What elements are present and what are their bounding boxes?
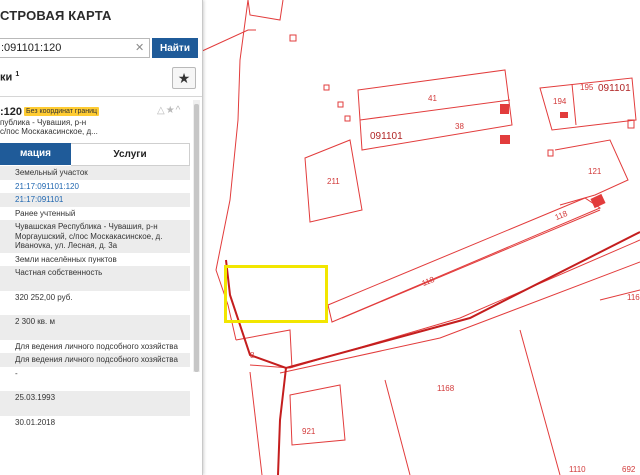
building (323, 84, 330, 91)
app-title: СТРОВАЯ КАРТА (0, 8, 112, 23)
parcel-address-line: публика - Чувашия, р-н (0, 118, 87, 127)
map-label: 1110 (569, 465, 586, 474)
attribute-link[interactable]: 21:17:091101 (15, 195, 63, 204)
parcel-boundary (199, 29, 256, 53)
attribute-value: - (15, 368, 18, 378)
attribute-row (0, 304, 190, 315)
map-label: 211 (327, 177, 340, 186)
map-label: 121 (588, 167, 602, 176)
map-label-quarter: 091101 (598, 83, 631, 94)
section-heading: ки 1 (0, 71, 19, 84)
attribute-row: 30.01.2018 (0, 416, 190, 430)
attribute-list: Земельный участок 21:17:091101:120 21:17:0… (0, 166, 190, 429)
parcel-boundary (341, 209, 601, 319)
attribute-row: - (0, 367, 190, 381)
attribute-value: 2 300 кв. м (15, 317, 55, 326)
attribute-value: Для ведения личного подсобного хозяйства (15, 341, 178, 351)
attribute-value: Для ведения личного подсобного хозяйства (15, 355, 178, 364)
parcel-boundary (359, 99, 511, 121)
building (500, 135, 510, 144)
attribute-row: Земельный участок (0, 166, 190, 180)
parcel-cadastral-id: :120 (0, 106, 23, 118)
search-input[interactable] (0, 38, 150, 58)
card-tools[interactable]: △★^ (157, 105, 181, 116)
attribute-row[interactable]: 21:17:091101:120 (0, 180, 190, 194)
attribute-value: Чувашская Республика - Чувашия, р-н Морг… (15, 222, 163, 250)
map-label: 8 (250, 351, 255, 360)
attribute-value: Частная собственность (15, 268, 103, 277)
parcel-921 (289, 384, 346, 446)
attribute-row (0, 404, 190, 416)
tab-services[interactable]: Услуги (71, 143, 190, 166)
attribute-value: 25.03.1993 (15, 393, 56, 402)
attribute-row (0, 279, 190, 291)
attribute-row (0, 328, 190, 340)
attribute-value: Ранее учтенный (15, 208, 76, 218)
close-icon[interactable]: ✕ (135, 41, 144, 54)
attribute-row: 2 300 кв. м (0, 315, 190, 329)
map-label: 1168 (627, 293, 640, 302)
find-button[interactable]: Найти (152, 38, 198, 58)
attribute-row: Земли населённых пунктов (0, 253, 190, 267)
attribute-row: 320 252,00 руб. (0, 291, 190, 305)
parcel-boundary (247, 0, 284, 21)
section-heading-text: ки (0, 71, 13, 84)
divider (0, 96, 202, 97)
selected-parcel-highlight (224, 265, 328, 323)
status-badge: Без координат границ (24, 107, 100, 116)
parcel-boundary (571, 83, 577, 126)
map-label: 1168 (437, 384, 455, 393)
parcel-boundary (384, 379, 411, 475)
building (500, 104, 509, 114)
attribute-link[interactable]: 21:17:091101:120 (15, 182, 79, 191)
attribute-value: 30.01.2018 (15, 417, 56, 427)
building (547, 149, 554, 157)
attribute-row (0, 380, 190, 391)
attribute-value: Земли населённых пунктов (15, 254, 117, 264)
map-label: 195 (580, 83, 594, 92)
building (289, 34, 297, 42)
parcel-card: :120 Без координат границ △★^ публика - … (0, 100, 190, 475)
info-panel: СТРОВАЯ КАРТА ✕ Найти ки 1 ★ :120 Без ко… (0, 0, 203, 475)
attribute-row: Ранее учтенный (0, 207, 190, 221)
building (337, 101, 344, 108)
building (344, 115, 351, 122)
building (560, 112, 568, 118)
map-label: 38 (455, 122, 464, 131)
search-bar: ✕ Найти (0, 38, 202, 60)
parcel-address-line: с/пос Москакасинское, д... (0, 127, 98, 136)
scrollbar-thumb[interactable] (194, 104, 199, 372)
attribute-row: Частная собственность (0, 266, 190, 280)
road-line (277, 367, 287, 475)
tab-information[interactable]: мация (0, 143, 71, 165)
map-label: 692 (622, 465, 636, 474)
map-label-quarter: 091101 (370, 131, 403, 142)
parcel-boundary (519, 329, 561, 475)
parcel-boundary (249, 371, 263, 475)
attribute-value: 320 252,00 руб. (15, 292, 73, 302)
map-label: 41 (428, 94, 437, 103)
tab-bar: мация Услуги (0, 143, 190, 166)
attribute-value: Земельный участок (15, 168, 88, 177)
map-label: 194 (553, 97, 567, 106)
favorites-button[interactable]: ★ (172, 67, 196, 89)
attribute-row: Для ведения личного подсобного хозяйства (0, 340, 190, 354)
section-count: 1 (15, 71, 20, 78)
attribute-row: Для ведения личного подсобного хозяйства (0, 353, 190, 367)
star-icon: ★ (177, 70, 191, 86)
attribute-row: 25.03.1993 (0, 391, 190, 405)
attribute-row: Чувашская Республика - Чувашия, р-н Морг… (0, 220, 190, 253)
map-label: 921 (302, 427, 316, 436)
attribute-row[interactable]: 21:17:091101 (0, 193, 190, 207)
